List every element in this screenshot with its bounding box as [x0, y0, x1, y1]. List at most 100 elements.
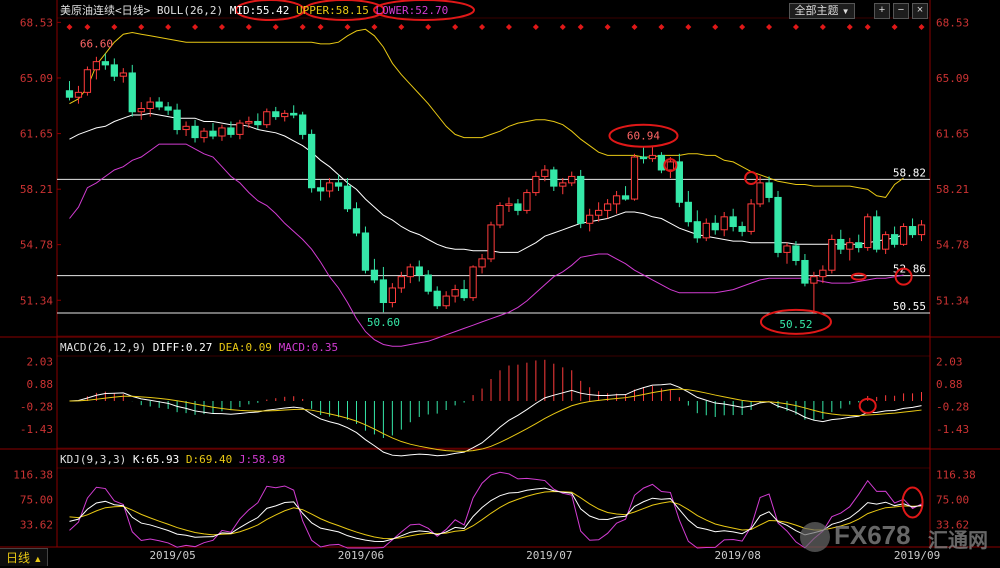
kdj-y-tick: 33.62	[20, 519, 53, 532]
period-tab[interactable]: 日线 ▲	[0, 548, 48, 566]
candle-body	[119, 72, 127, 77]
zoom-in-button[interactable]: +	[874, 3, 890, 19]
candle-body	[92, 61, 101, 71]
candle-body	[254, 120, 262, 126]
kdj-y-tick: 75.00	[20, 493, 53, 506]
kdj-y-tick: 116.38	[936, 468, 976, 481]
watermark-mark-icon	[800, 522, 830, 552]
macd-header: MACD(26,12,9) DIFF:0.27 DEA:0.09 MACD:0.…	[60, 341, 338, 354]
macd-dea: DEA:0.09	[218, 341, 272, 354]
kdj-d: D:69.40	[185, 453, 233, 466]
macd-y-tick: 0.88	[936, 378, 963, 391]
instrument-title: 美原油连续<日线> BOLL(26,2) MID:55.42 UPPER:58.…	[60, 2, 448, 18]
candle-body	[325, 182, 334, 192]
candle-body	[630, 156, 639, 200]
candle-body	[612, 195, 621, 205]
arrow-up-icon: ▲	[33, 554, 43, 564]
kdj-j: J:58.98	[238, 453, 286, 466]
theme-select-label: 全部主题	[794, 5, 839, 17]
candle-body	[783, 245, 791, 253]
candle-body	[460, 289, 468, 299]
instrument-name: 美原油连续	[60, 4, 115, 17]
candle-body	[388, 287, 396, 304]
candle-body	[263, 111, 271, 126]
macd-y-tick: 2.03	[27, 355, 54, 368]
chevron-down-icon: ▼	[841, 7, 850, 16]
candle-body	[720, 216, 728, 231]
y-tick-label: 65.09	[936, 72, 969, 85]
macd-params: MACD(26,12,9)	[60, 341, 147, 354]
watermark-cn: 汇通网	[928, 530, 988, 552]
candle-body	[370, 269, 379, 281]
candle-body	[236, 122, 244, 135]
zoom-out-button[interactable]: −	[893, 3, 909, 19]
candle-body	[173, 109, 181, 131]
candle-body	[227, 127, 235, 135]
kdj-y-tick: 75.00	[936, 493, 969, 506]
y-tick-label: 58.21	[20, 183, 53, 196]
candle-body	[290, 112, 298, 116]
y-tick-label: 51.34	[936, 294, 969, 307]
candle-body	[890, 234, 899, 245]
candle-body	[379, 279, 388, 304]
candle-body	[451, 289, 459, 297]
candle-body	[684, 201, 692, 223]
candle-body	[873, 216, 881, 250]
kdj-header: KDJ(9,3,3) K:65.93 D:69.40 J:58.98	[60, 453, 285, 466]
candle-body	[74, 91, 83, 98]
macd-y-tick: -0.28	[20, 400, 53, 413]
candle-body	[756, 182, 764, 205]
candle-body	[316, 187, 325, 192]
candle-body	[191, 125, 199, 139]
period-tab-label: 日线	[6, 551, 31, 565]
candle-body	[469, 266, 477, 299]
y-tick-label: 54.78	[20, 239, 53, 252]
macd-y-tick: -1.43	[20, 423, 53, 436]
mid-label: MID:55.42	[229, 4, 290, 17]
kdj-k: K:65.93	[132, 453, 180, 466]
candle-body	[415, 266, 423, 276]
candle-body	[586, 214, 594, 224]
boll-label: BOLL(26,2)	[156, 4, 224, 17]
candle-body	[245, 120, 253, 124]
y-tick-label: 68.53	[20, 16, 53, 29]
candle-body	[837, 238, 845, 250]
y-tick-label: 61.65	[20, 128, 53, 141]
chart-canvas: 68.53 68.53 65.09 65.09 61.65 61.65 58.21 58.21…	[0, 0, 1000, 567]
candle-body	[83, 69, 92, 93]
candle-body	[657, 154, 666, 171]
candle-body	[343, 185, 352, 210]
candle-body	[774, 196, 782, 253]
y-tick-label: 51.34	[20, 294, 53, 307]
macd-y-tick: 2.03	[936, 355, 963, 368]
annotation-low: 50.60	[367, 316, 400, 329]
candle-body	[738, 226, 746, 232]
reference-line-label: 58.82	[893, 166, 926, 179]
candle-body	[595, 209, 603, 216]
candle-body	[855, 242, 863, 249]
x-date-label: 2019/06	[338, 549, 384, 562]
candle-body	[155, 101, 163, 108]
candle-body	[792, 245, 800, 261]
y-tick-label: 61.65	[936, 128, 969, 141]
reference-line-label: 50.55	[893, 300, 926, 313]
candle-body	[810, 276, 818, 284]
upper-label: UPPER:58.15	[295, 4, 369, 17]
theme-select-button[interactable]: 全部主题 ▼	[789, 3, 855, 19]
candle-body	[200, 130, 208, 139]
candle-body	[603, 203, 612, 211]
candle-body	[182, 125, 190, 131]
candle-body	[666, 161, 675, 171]
annotation-high: 66.60	[80, 38, 113, 51]
y-tick-label: 68.53	[936, 16, 969, 29]
annotation-low2: 50.52	[779, 318, 812, 331]
candle-body	[729, 216, 737, 228]
candle-body	[146, 101, 154, 110]
close-icon[interactable]: ×	[912, 3, 928, 19]
candle-body	[65, 90, 74, 98]
candle-body	[541, 169, 549, 177]
candle-body	[424, 274, 432, 292]
candle-body	[801, 259, 809, 284]
period-label: <日线>	[115, 4, 151, 17]
candle-body	[433, 290, 441, 307]
